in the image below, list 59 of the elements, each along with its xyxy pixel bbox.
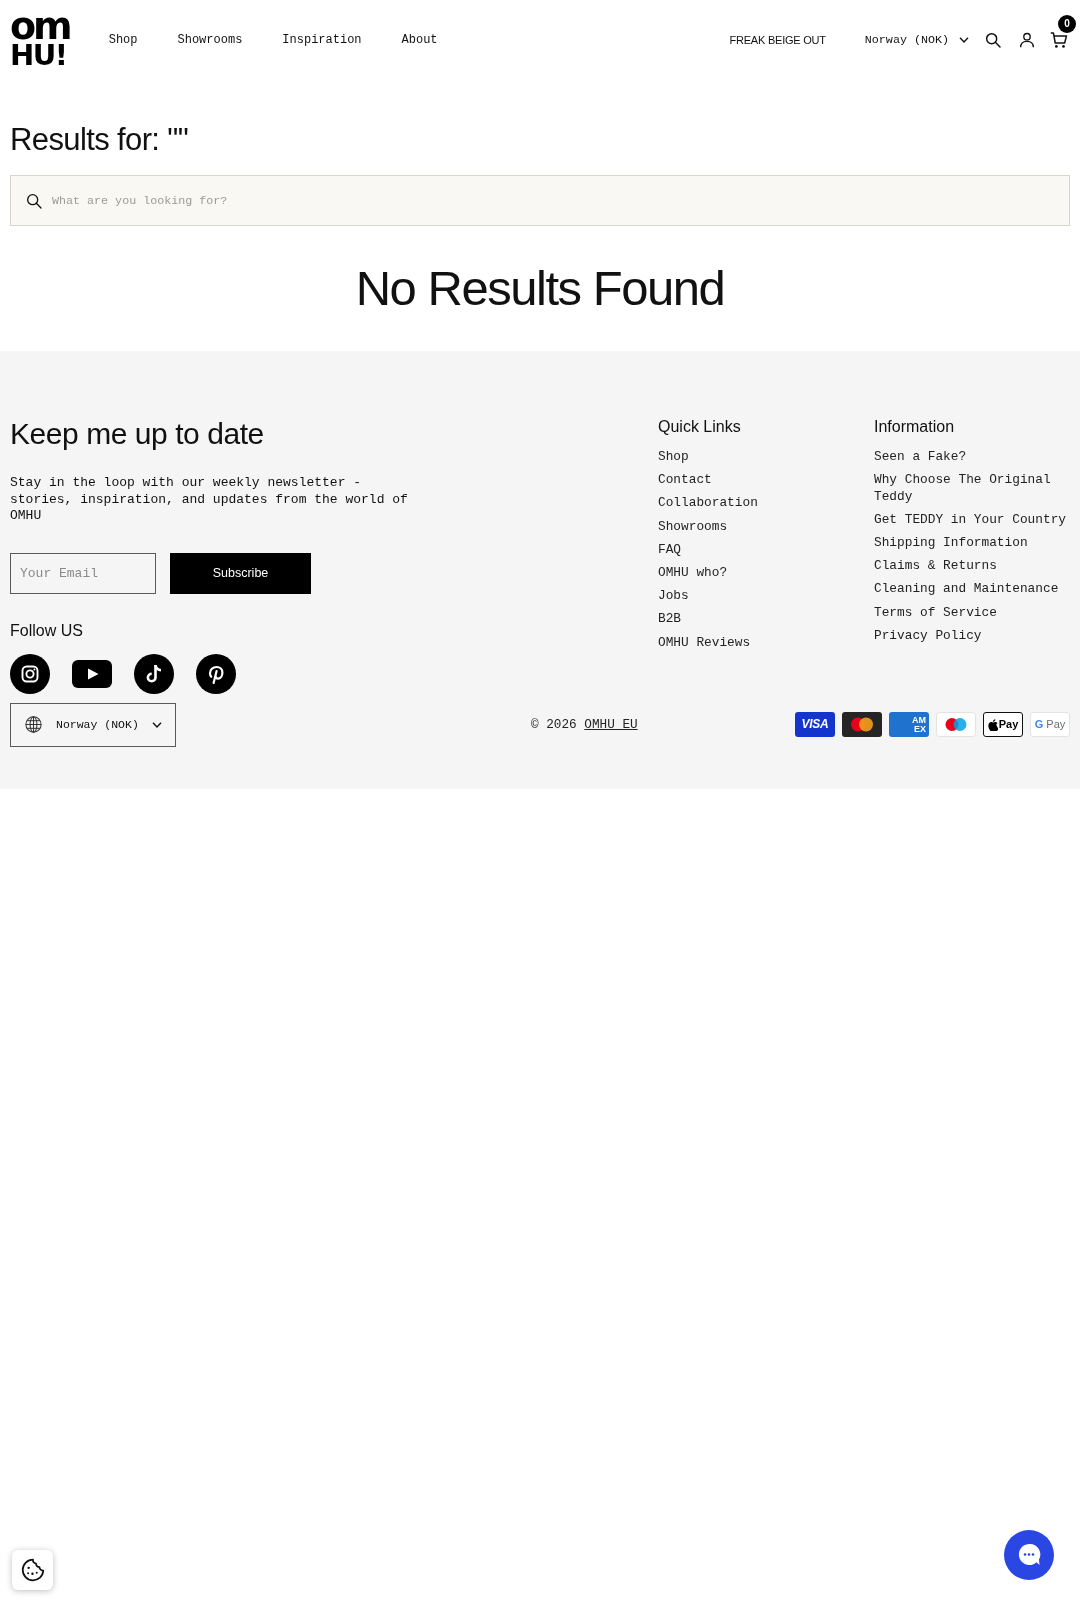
newsletter-title: Keep me up to date [10,417,265,450]
footer-link[interactable]: Seen a Fake? [874,449,967,466]
mastercard-icon [842,712,882,737]
follow-title: Follow US [10,620,84,641]
footer-link[interactable]: Collaboration [658,495,758,512]
tiktok-icon[interactable] [134,653,174,694]
footer-link[interactable]: Cleaning and Maintenance [874,581,1059,598]
search-field[interactable]: What are you looking for? [10,175,1070,226]
results-heading: Results for: "" [10,121,190,158]
cookie-icon [19,1557,46,1583]
cart-icon[interactable] [1050,31,1068,49]
nav-link[interactable]: About [401,32,438,48]
nav-link[interactable]: Showrooms [177,32,243,48]
footer-link[interactable]: Claims & Returns [874,558,997,575]
pay-label: Pay [998,718,1019,731]
youtube-icon[interactable] [72,659,112,688]
amex-logo: AM EX [889,712,929,737]
chevron-down-icon [151,721,162,728]
copyright-link[interactable]: OMHU EU [584,716,638,732]
country-selector[interactable]: Norway (NOK) [864,32,969,48]
chevron-down-icon [959,37,969,43]
footer-link[interactable]: Why Choose The Original Teddy [874,472,1070,506]
email-field[interactable]: Your Email [10,552,156,594]
country-selector[interactable]: Norway (NOK) [10,702,176,747]
footer-link[interactable]: OMHU Reviews [658,634,751,651]
promo-link[interactable]: FREAK BEIGE OUT [729,33,826,47]
apple-icon [987,718,998,731]
cart-count-badge: 0 [1058,15,1076,33]
search-icon[interactable] [985,32,1001,48]
pinterest-icon[interactable] [196,653,236,694]
footer-link[interactable]: Privacy Policy [874,627,982,645]
subscribe-button[interactable]: Subscribe [170,552,311,594]
footer-link[interactable]: Shop [658,449,689,466]
search-icon [26,192,42,209]
globe-icon [25,716,42,733]
no-results-message: No Results Found [354,260,726,317]
copyright-text: © 2026 OMHU EU [531,716,638,733]
chat-icon[interactable] [1004,1530,1054,1580]
footer-link[interactable]: Get TEDDY in Your Country [874,511,1066,529]
footer-link[interactable]: OMHU who? [658,564,728,582]
google-pay-logo: G Pay [1030,712,1070,737]
newsletter-description: Stay in the loop with our weekly newsletter - stories, inspiration, and updates from the world of OMHU [10,475,409,525]
footer-link[interactable]: Jobs [658,588,689,605]
footer-link[interactable]: Terms of Service [874,604,997,622]
footer-column-title: Quick Links [658,417,742,437]
nav-link[interactable]: Inspiration [282,32,362,48]
visa-logo: VISA [795,712,835,737]
footer-link[interactable]: B2B [658,611,682,628]
footer-link[interactable]: Shipping Information [874,535,1028,552]
cookie-settings-button[interactable] [12,1550,53,1590]
maestro-icon [936,712,976,737]
nav-link[interactable]: Shop [108,32,138,48]
account-icon[interactable] [1019,32,1035,48]
footer-link[interactable]: Showrooms [658,518,728,536]
instagram-icon[interactable] [10,653,50,694]
footer-link[interactable]: Contact [658,472,712,489]
footer-column-title: Information [874,417,956,437]
logo[interactable]: om HU! [10,13,70,67]
footer-link[interactable]: FAQ [658,541,682,559]
